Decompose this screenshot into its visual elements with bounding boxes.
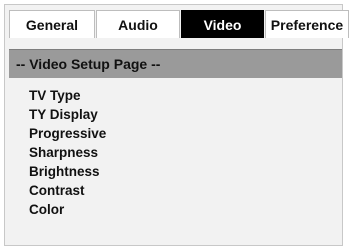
setup-menu-panel: General Audio Video Preference -- Video … [4,4,349,246]
menu-item-brightness[interactable]: Brightness [29,162,106,181]
tab-audio[interactable]: Audio [96,10,180,38]
tab-bar: General Audio Video Preference [9,10,349,38]
menu-item-ty-display[interactable]: TY Display [29,105,106,124]
tab-general[interactable]: General [9,10,95,38]
menu-item-contrast[interactable]: Contrast [29,181,106,200]
menu-item-sharpness[interactable]: Sharpness [29,143,106,162]
menu-item-tv-type[interactable]: TV Type [29,86,106,105]
video-settings-list: TV Type TY Display Progressive Sharpness… [29,86,106,219]
page-title: -- Video Setup Page -- [9,49,342,78]
tab-preference[interactable]: Preference [265,10,349,38]
menu-item-progressive[interactable]: Progressive [29,124,106,143]
tab-video[interactable]: Video [181,10,264,38]
menu-item-color[interactable]: Color [29,200,106,219]
